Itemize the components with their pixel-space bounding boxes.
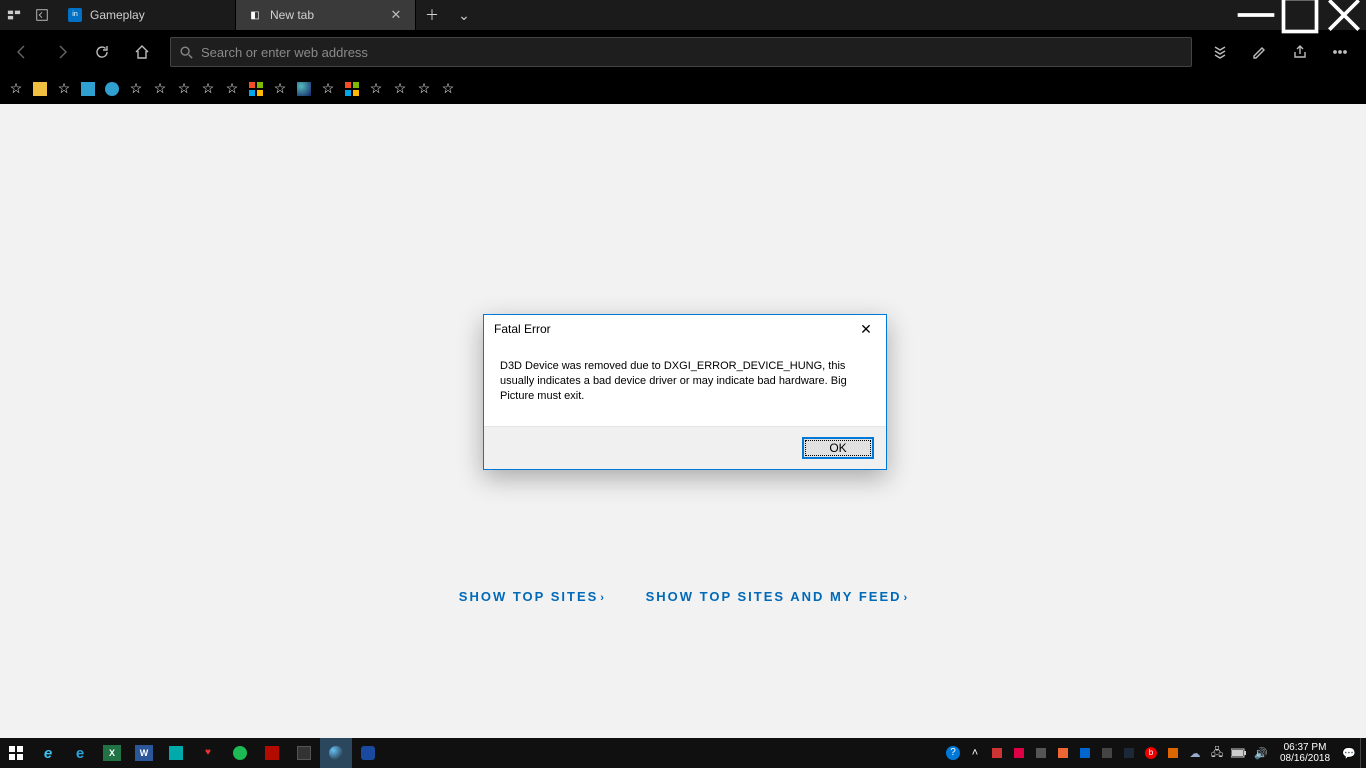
taskbar-app-excel[interactable]: X [96, 738, 128, 768]
tray-battery-icon[interactable] [1228, 738, 1250, 768]
close-icon[interactable]: ✕ [852, 321, 880, 338]
clock-time: 06:37 PM [1276, 742, 1334, 754]
favorites-bar: ☆ ☆ ☆ ☆ ☆ ☆ ☆ ☆ ☆ ☆ ☆ ☆ ☆ [0, 74, 1366, 104]
tab-gameplay[interactable]: in Gameplay [56, 0, 236, 30]
system-tray: ? ˄ b ☁ 🖧 🔊 06:37 PM 08/16/2018 💬 [942, 738, 1366, 768]
favorite-item[interactable] [32, 81, 48, 97]
tray-icon[interactable] [1096, 738, 1118, 768]
new-tab-links: SHOW TOP SITES› SHOW TOP SITES AND MY FE… [0, 589, 1366, 604]
favorite-item[interactable]: ☆ [56, 81, 72, 97]
taskbar-app-ie[interactable]: e [32, 738, 64, 768]
tray-steam-icon[interactable] [1118, 738, 1140, 768]
taskbar-clock[interactable]: 06:37 PM 08/16/2018 [1272, 740, 1338, 767]
favorite-item[interactable]: ☆ [152, 81, 168, 97]
browser-toolbar: Search or enter web address [0, 30, 1366, 74]
taskbar-app-word[interactable]: W [128, 738, 160, 768]
favorite-item[interactable] [344, 81, 360, 97]
dialog-title: Fatal Error [494, 322, 852, 336]
reading-list-button[interactable] [1202, 34, 1238, 70]
tray-icon[interactable] [1074, 738, 1096, 768]
tray-help-icon[interactable]: ? [942, 738, 964, 768]
maximize-button[interactable] [1278, 0, 1322, 30]
tray-icon[interactable] [1030, 738, 1052, 768]
start-button[interactable] [0, 738, 32, 768]
taskbar-app-edge[interactable]: e [64, 738, 96, 768]
dialog-footer: OK [484, 426, 886, 469]
favorite-item[interactable]: ☆ [416, 81, 432, 97]
favorite-item[interactable]: ☆ [200, 81, 216, 97]
taskbar-app-iheart[interactable]: ♥ [192, 738, 224, 768]
link-label: SHOW TOP SITES AND MY FEED [646, 589, 902, 604]
minimize-button[interactable] [1234, 0, 1278, 30]
favorite-item[interactable]: ☆ [8, 81, 24, 97]
favorite-item[interactable] [248, 81, 264, 97]
favorite-item[interactable] [80, 81, 96, 97]
tab-dropdown-button[interactable]: ⌄ [448, 0, 480, 30]
fatal-error-dialog: Fatal Error ✕ D3D Device was removed due… [483, 314, 887, 470]
favorite-item[interactable]: ☆ [440, 81, 456, 97]
tray-overflow-icon[interactable]: ˄ [964, 738, 986, 768]
close-tab-icon[interactable]: ✕ [389, 7, 403, 23]
tray-icon[interactable] [1008, 738, 1030, 768]
close-window-button[interactable] [1322, 0, 1366, 30]
share-button[interactable] [1282, 34, 1318, 70]
ok-button[interactable]: OK [802, 437, 874, 459]
windows-taskbar: e e X W ♥ ? ˄ b ☁ 🖧 🔊 06:37 PM 08/16/201… [0, 738, 1366, 768]
tab-new-tab[interactable]: ◧ New tab ✕ [236, 0, 416, 30]
favorite-item[interactable]: ☆ [224, 81, 240, 97]
menu-button[interactable] [1322, 34, 1358, 70]
show-desktop-button[interactable] [1360, 738, 1366, 768]
dialog-body: D3D Device was removed due to DXGI_ERROR… [484, 343, 886, 426]
tray-icon[interactable] [1052, 738, 1074, 768]
chevron-right-icon: › [904, 592, 908, 604]
taskbar-app-calculator[interactable] [288, 738, 320, 768]
show-top-sites-and-feed-link[interactable]: SHOW TOP SITES AND MY FEED› [646, 589, 908, 604]
taskbar-app-acrobat[interactable] [256, 738, 288, 768]
notes-button[interactable] [1242, 34, 1278, 70]
tab-label: New tab [270, 8, 381, 22]
favorite-item[interactable]: ☆ [392, 81, 408, 97]
refresh-button[interactable] [84, 34, 120, 70]
favorite-item[interactable]: ☆ [272, 81, 288, 97]
tray-volume-icon[interactable]: 🔊 [1250, 738, 1272, 768]
new-tab-button[interactable]: ＋ [416, 0, 448, 30]
set-aside-tabs-icon[interactable] [28, 0, 56, 30]
intel-icon: in [68, 8, 82, 22]
tab-label: Gameplay [90, 8, 223, 22]
tray-network-icon[interactable]: 🖧 [1206, 738, 1228, 768]
home-button[interactable] [124, 34, 160, 70]
clock-date: 08/16/2018 [1276, 753, 1334, 765]
address-placeholder: Search or enter web address [201, 45, 368, 60]
task-view-icon[interactable] [0, 0, 28, 30]
browser-titlebar: in Gameplay ◧ New tab ✕ ＋ ⌄ [0, 0, 1366, 30]
taskbar-app-spotify[interactable] [224, 738, 256, 768]
edge-icon: ◧ [248, 8, 262, 22]
link-label: SHOW TOP SITES [459, 589, 598, 604]
favorite-item[interactable]: ☆ [320, 81, 336, 97]
favorite-item[interactable]: ☆ [176, 81, 192, 97]
taskbar-app-rocketleague[interactable] [352, 738, 384, 768]
tray-onedrive-icon[interactable]: ☁ [1184, 738, 1206, 768]
forward-button[interactable] [44, 34, 80, 70]
action-center-icon[interactable]: 💬 [1338, 738, 1360, 768]
tray-icon[interactable] [1162, 738, 1184, 768]
chevron-right-icon: › [600, 592, 604, 604]
address-bar[interactable]: Search or enter web address [170, 37, 1192, 67]
tray-icon[interactable] [986, 738, 1008, 768]
search-icon [179, 45, 193, 59]
favorite-item[interactable]: ☆ [128, 81, 144, 97]
back-button[interactable] [4, 34, 40, 70]
favorite-item[interactable] [104, 81, 120, 97]
show-top-sites-link[interactable]: SHOW TOP SITES› [459, 589, 604, 604]
favorite-item[interactable]: ☆ [368, 81, 384, 97]
taskbar-app-steam[interactable] [320, 738, 352, 768]
favorite-item[interactable] [296, 81, 312, 97]
dialog-titlebar[interactable]: Fatal Error ✕ [484, 315, 886, 343]
tray-beats-icon[interactable]: b [1140, 738, 1162, 768]
taskbar-app[interactable] [160, 738, 192, 768]
